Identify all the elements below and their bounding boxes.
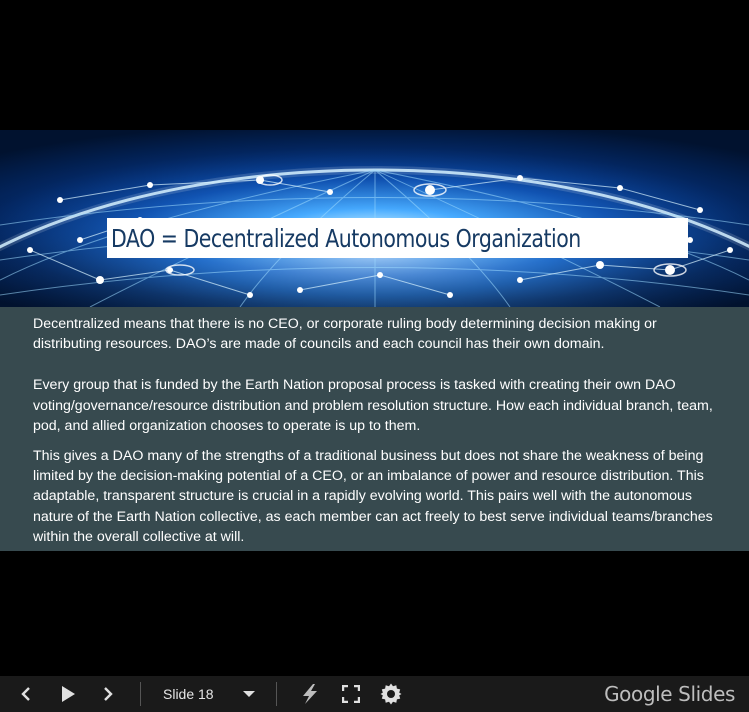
toolbar-divider — [140, 682, 141, 706]
play-button[interactable] — [48, 676, 88, 712]
fullscreen-button[interactable] — [331, 676, 371, 712]
fullscreen-icon — [341, 685, 360, 703]
presentation-slide: DAO = Decentralized Autonomous Organizat… — [0, 130, 749, 551]
chevron-right-icon — [104, 687, 113, 701]
slide-indicator: Slide 18 — [163, 686, 214, 702]
presentation-toolbar: Slide 18 Google Slides — [0, 676, 749, 712]
globe-network-banner-image: DAO = Decentralized Autonomous Organizat… — [0, 130, 749, 307]
settings-gear-icon — [380, 683, 402, 705]
slide-selector-dropdown[interactable]: Slide 18 — [151, 676, 262, 712]
play-icon — [62, 686, 75, 702]
previous-slide-button[interactable] — [4, 676, 48, 712]
laser-pointer-icon — [302, 684, 317, 704]
dropdown-arrow-icon — [242, 691, 255, 697]
paragraph-dao-strengths: This gives a DAO many of the strengths o… — [33, 448, 713, 545]
paragraph-decentralized: Decentralized means that there is no CEO… — [33, 316, 657, 353]
paragraph-earth-nation-dao: Every group that is funded by the Earth … — [33, 377, 713, 434]
settings-button[interactable] — [371, 676, 411, 712]
next-slide-button[interactable] — [88, 676, 128, 712]
slide-title-box: DAO = Decentralized Autonomous Organizat… — [107, 218, 688, 258]
chevron-left-icon — [21, 687, 30, 701]
slide-body-text: Decentralized means that there is no CEO… — [33, 314, 713, 547]
google-slides-logo: Google Slides — [604, 682, 735, 706]
laser-pointer-button[interactable] — [291, 676, 329, 712]
toolbar-divider — [275, 682, 277, 706]
slide-title: DAO = Decentralized Autonomous Organizat… — [111, 223, 581, 253]
